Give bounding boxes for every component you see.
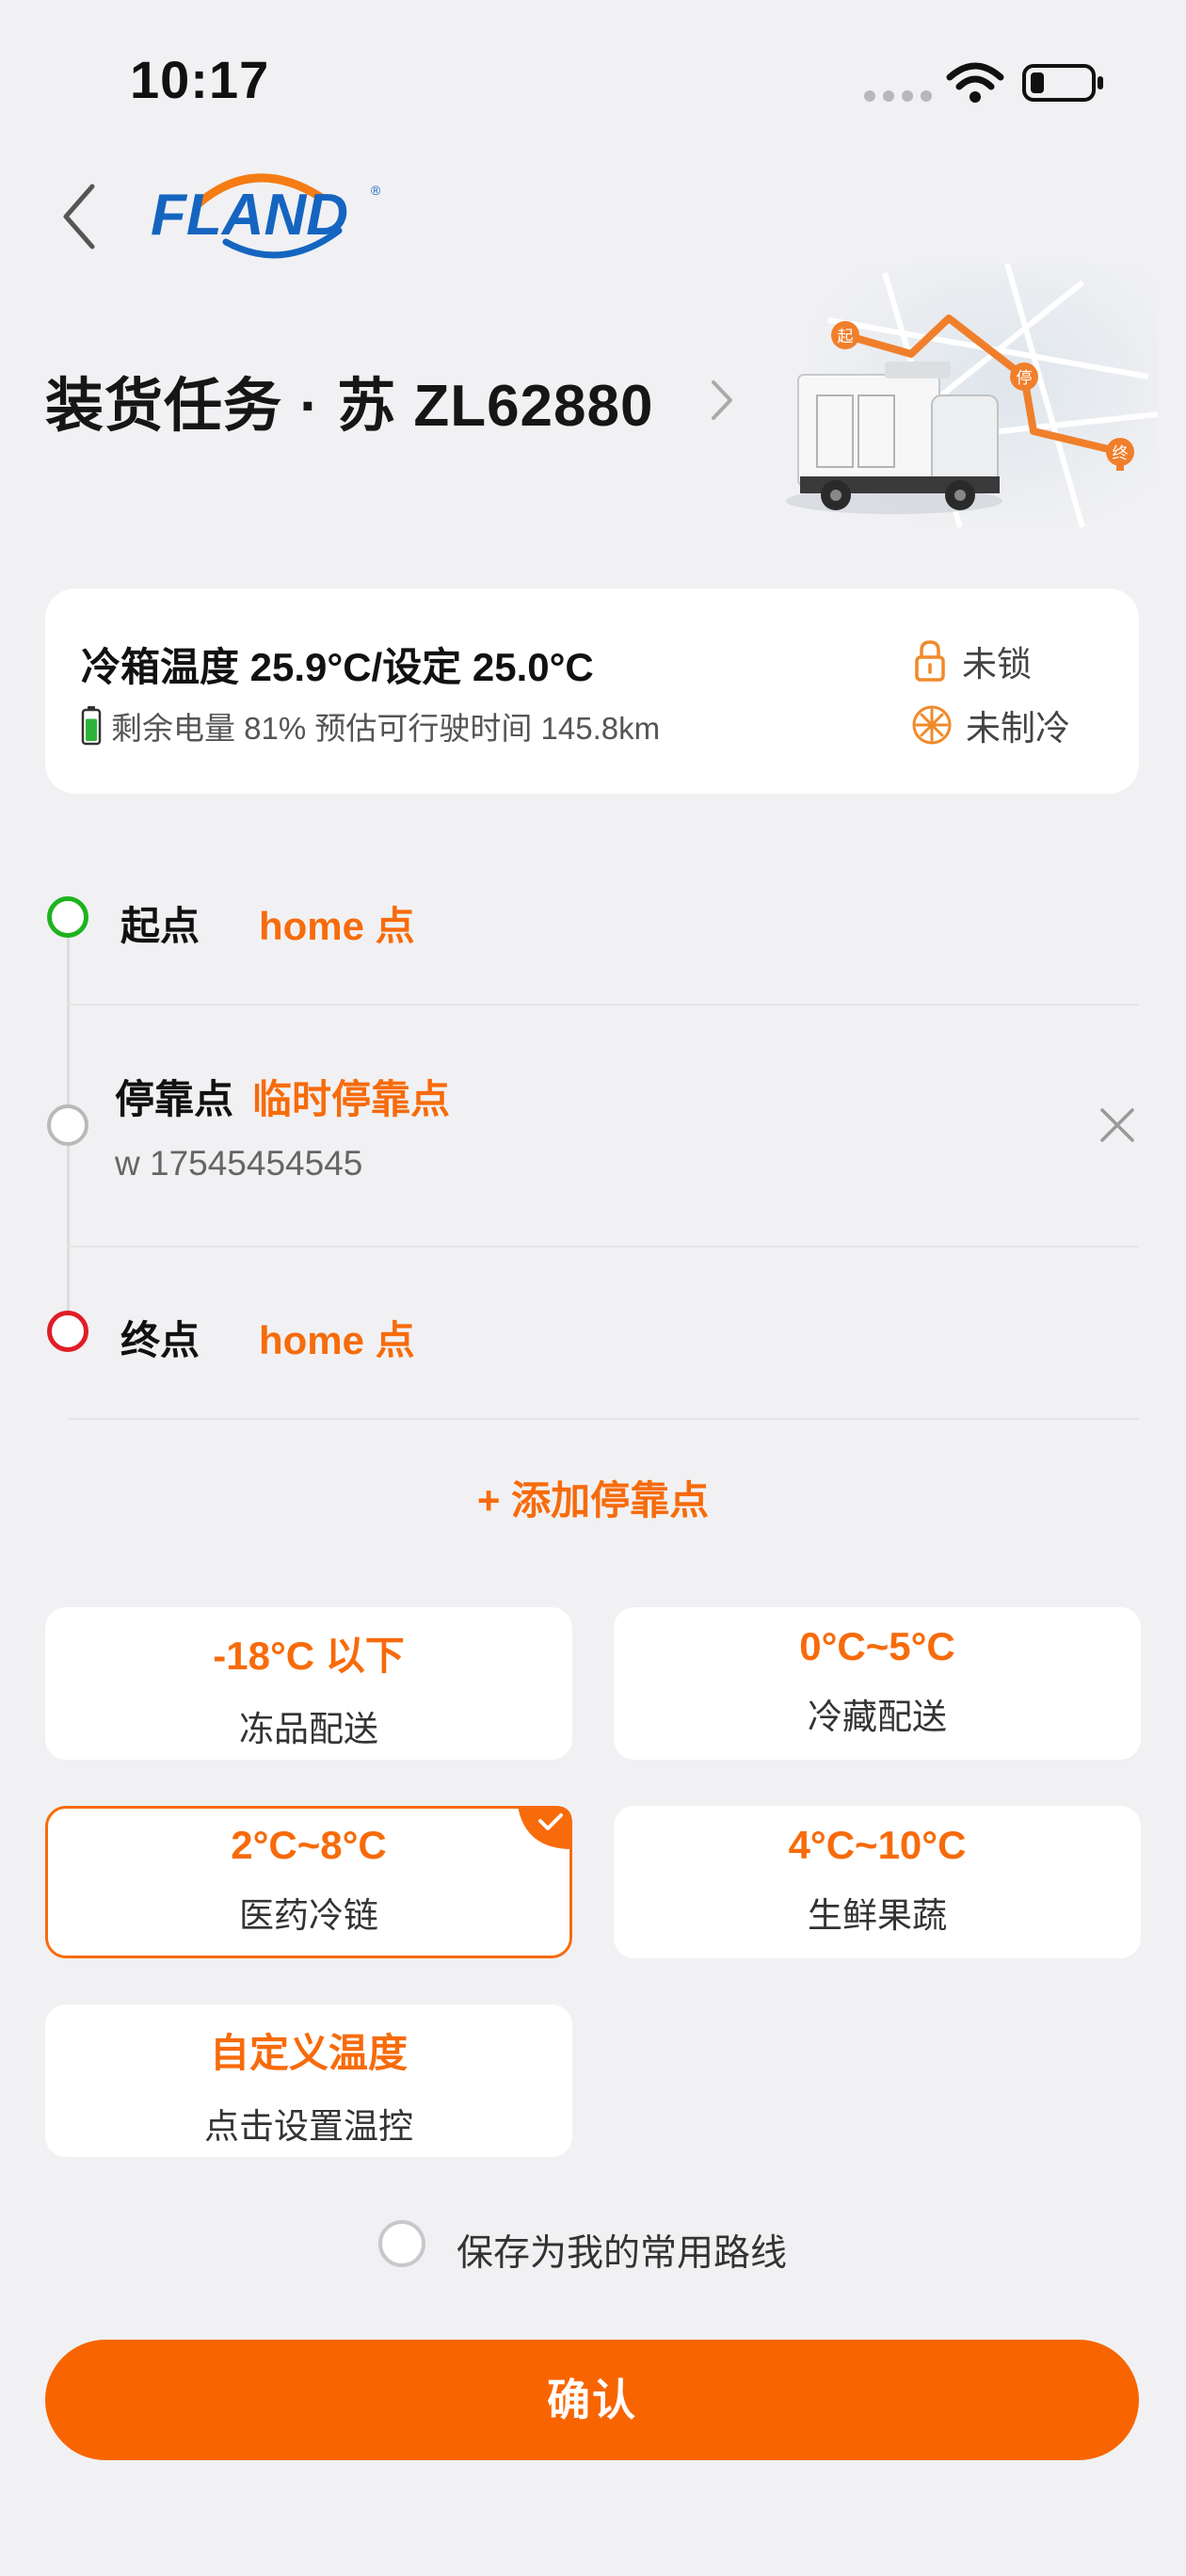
start-point-marker <box>47 896 88 938</box>
temp-option-pharma[interactable]: 2°C~8°C 医药冷链 <box>45 1806 572 1958</box>
temp-option-label: 生鲜果蔬 <box>808 1896 947 1935</box>
status-time: 10:17 <box>130 50 270 109</box>
temp-option-label: 冻品配送 <box>239 1710 378 1748</box>
route-divider <box>68 1246 1139 1248</box>
temp-option-value: 0°C~5°C <box>799 1624 955 1668</box>
temp-option-frozen[interactable]: -18°C 以下 冻品配送 <box>45 1607 572 1760</box>
svg-text:起: 起 <box>838 328 854 346</box>
svg-text:终: 终 <box>1113 444 1129 463</box>
lock-status-label: 未锁 <box>962 645 1032 684</box>
battery-info: 剩余电量 81% 预估可行驶时间 145.8km <box>81 703 660 749</box>
wifi-icon <box>946 62 1004 103</box>
add-stop-button[interactable]: + 添加停靠点 <box>0 1469 1186 1526</box>
battery-icon <box>1022 64 1103 102</box>
battery-level-icon <box>81 706 102 746</box>
temp-option-value: 2°C~8°C <box>231 1823 387 1867</box>
temp-option-chilled[interactable]: 0°C~5°C 冷藏配送 <box>614 1607 1141 1760</box>
vehicle-status-card: 冷箱温度 25.9°C/设定 25.0°C 剩余电量 81% 预估可行驶时间 1… <box>45 588 1139 794</box>
temp-option-value: -18°C 以下 <box>213 1634 405 1678</box>
temp-option-label: 冷藏配送 <box>808 1698 947 1736</box>
cooling-fan-icon <box>912 705 952 745</box>
cellular-signal-icon <box>864 90 932 102</box>
start-value[interactable]: home 点 <box>259 894 415 952</box>
temp-option-fresh[interactable]: 4°C~10°C 生鲜果蔬 <box>614 1806 1141 1958</box>
cargo-temperature: 冷箱温度 25.9°C/设定 25.0°C <box>81 645 594 689</box>
temp-option-label: 医药冷链 <box>239 1896 378 1935</box>
route-divider <box>68 1418 1139 1420</box>
stop-point-marker <box>47 1104 88 1146</box>
remove-stop-close-icon[interactable] <box>1097 1104 1138 1146</box>
start-label: 起点 <box>120 904 200 948</box>
cooling-status-label: 未制冷 <box>966 709 1070 748</box>
svg-text:®: ® <box>371 183 381 198</box>
temp-option-value: 自定义温度 <box>209 2031 408 2075</box>
chevron-right-icon[interactable] <box>708 377 736 424</box>
back-chevron-icon[interactable] <box>58 181 100 252</box>
stop-label: 停靠点 <box>115 1077 234 1121</box>
battery-text: 剩余电量 81% 预估可行驶时间 145.8km <box>111 711 661 746</box>
task-title[interactable]: 装货任务 · 苏 ZL62880 <box>45 358 653 443</box>
fland-logo: FLAND ® <box>151 173 381 259</box>
end-label: 终点 <box>120 1318 200 1362</box>
route-map-truck-illustration: 起 停 终 <box>786 264 1158 528</box>
selected-check-icon <box>518 1806 572 1849</box>
temp-option-label: 点击设置温控 <box>204 2107 413 2146</box>
confirm-button[interactable]: 确认 <box>45 2340 1139 2460</box>
svg-text:停: 停 <box>1017 369 1033 388</box>
save-route-label[interactable]: 保存为我的常用路线 <box>457 2224 787 2277</box>
temp-option-custom[interactable]: 自定义温度 点击设置温控 <box>45 2004 572 2157</box>
route-divider <box>68 1004 1139 1006</box>
svg-text:FLAND: FLAND <box>151 183 348 248</box>
stop-value[interactable]: 临时停靠点 <box>252 1068 450 1125</box>
save-route-radio[interactable] <box>378 2220 425 2267</box>
lock-status[interactable]: 未锁 <box>911 636 1032 686</box>
end-point-marker <box>47 1311 88 1352</box>
cooling-status[interactable]: 未制冷 <box>911 700 1070 750</box>
temp-option-value: 4°C~10°C <box>788 1823 967 1867</box>
end-value[interactable]: home 点 <box>259 1309 415 1366</box>
stop-detail: w 17545454545 <box>115 1144 363 1183</box>
lock-icon <box>915 640 945 682</box>
